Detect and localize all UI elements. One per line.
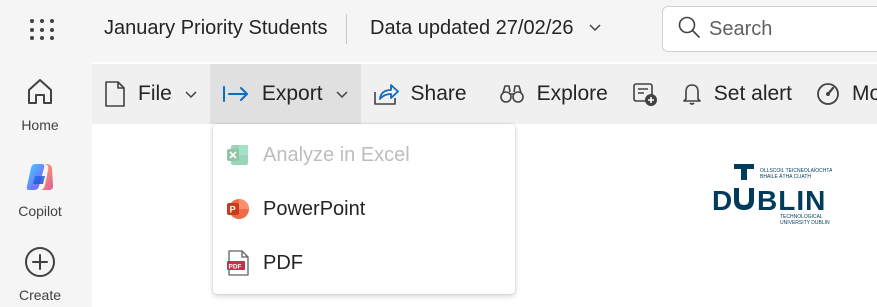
chevron-down-icon [335,87,349,101]
document-icon [104,81,126,107]
explore-button[interactable]: Explore [487,64,620,124]
more-label: More [852,82,877,105]
copilot-icon [23,160,57,199]
home-icon [24,76,56,113]
nav-item-create[interactable]: Create [0,246,80,303]
more-button[interactable]: More [804,64,877,124]
svg-text:P: P [230,205,236,215]
data-updated-label: Data updated 27/02/26 [370,17,574,39]
set-alert-button[interactable]: Set alert [670,64,804,124]
top-header: January Priority Students Data updated 2… [0,0,877,62]
pdf-icon: PDF [225,250,251,276]
explore-label: Explore [536,82,608,105]
export-dropdown-menu: Analyze in Excel P PowerPoint PDF PDF [213,124,515,294]
share-button[interactable]: Share [361,64,479,124]
svg-text:D: D [712,185,733,216]
svg-text:OLLSCOIL TEICNEOLAÍOCHTA: OLLSCOIL TEICNEOLAÍOCHTA [760,167,832,174]
nav-label-home: Home [21,117,59,133]
search-input[interactable] [709,17,859,41]
export-menu-button[interactable]: Export [209,64,361,124]
bell-icon [682,82,702,106]
header-divider [346,14,347,44]
export-label: Export [261,82,323,105]
share-icon [373,82,399,106]
svg-text:PDF: PDF [229,263,242,270]
search-icon [677,15,701,44]
svg-text:BLIN: BLIN [757,185,826,216]
svg-text:UNIVERSITY DUBLIN: UNIVERSITY DUBLIN [780,220,830,226]
left-nav-rail: Home Copilot Create [0,62,80,307]
app-launcher-icon[interactable] [28,17,54,43]
chevron-down-icon [184,87,198,101]
tu-dublin-logo: D BLIN OLLSCOIL TEICNEOLAÍOCHTA BHAILE Á… [712,162,833,228]
menu-label-pdf: PDF [263,251,303,274]
plus-circle-icon [24,246,56,283]
share-label: Share [410,82,467,105]
gauge-icon [816,82,840,106]
menu-label-analyze-in-excel: Analyze in Excel [263,143,410,166]
set-alert-label: Set alert [713,82,793,105]
powerpoint-icon: P [225,196,251,222]
menu-item-analyze-in-excel: Analyze in Excel [213,128,515,182]
report-title: January Priority Students [104,17,328,39]
add-to-report-icon [632,81,658,107]
excel-icon [225,142,251,168]
menu-item-pdf[interactable]: PDF PDF [213,236,515,290]
search-box[interactable] [662,6,877,52]
nav-item-home[interactable]: Home [0,76,80,133]
file-label: File [138,82,172,105]
nav-item-copilot[interactable]: Copilot [0,160,80,219]
chevron-down-icon [588,17,602,40]
menu-label-powerpoint: PowerPoint [263,197,366,220]
data-updated-dropdown[interactable]: Data updated 27/02/26 [370,17,602,40]
nav-label-copilot: Copilot [18,203,62,219]
add-to-report-button[interactable] [620,64,670,124]
file-menu-button[interactable]: File [92,64,210,124]
report-toolbar: File Export Share Explore Set alert Mo [92,64,877,124]
export-arrow-icon [222,84,250,104]
nav-label-create: Create [18,287,62,303]
svg-text:BHAILE ÁTHA CLIATH: BHAILE ÁTHA CLIATH [760,173,811,180]
binoculars-icon [499,83,525,105]
menu-item-powerpoint[interactable]: P PowerPoint [213,182,515,236]
